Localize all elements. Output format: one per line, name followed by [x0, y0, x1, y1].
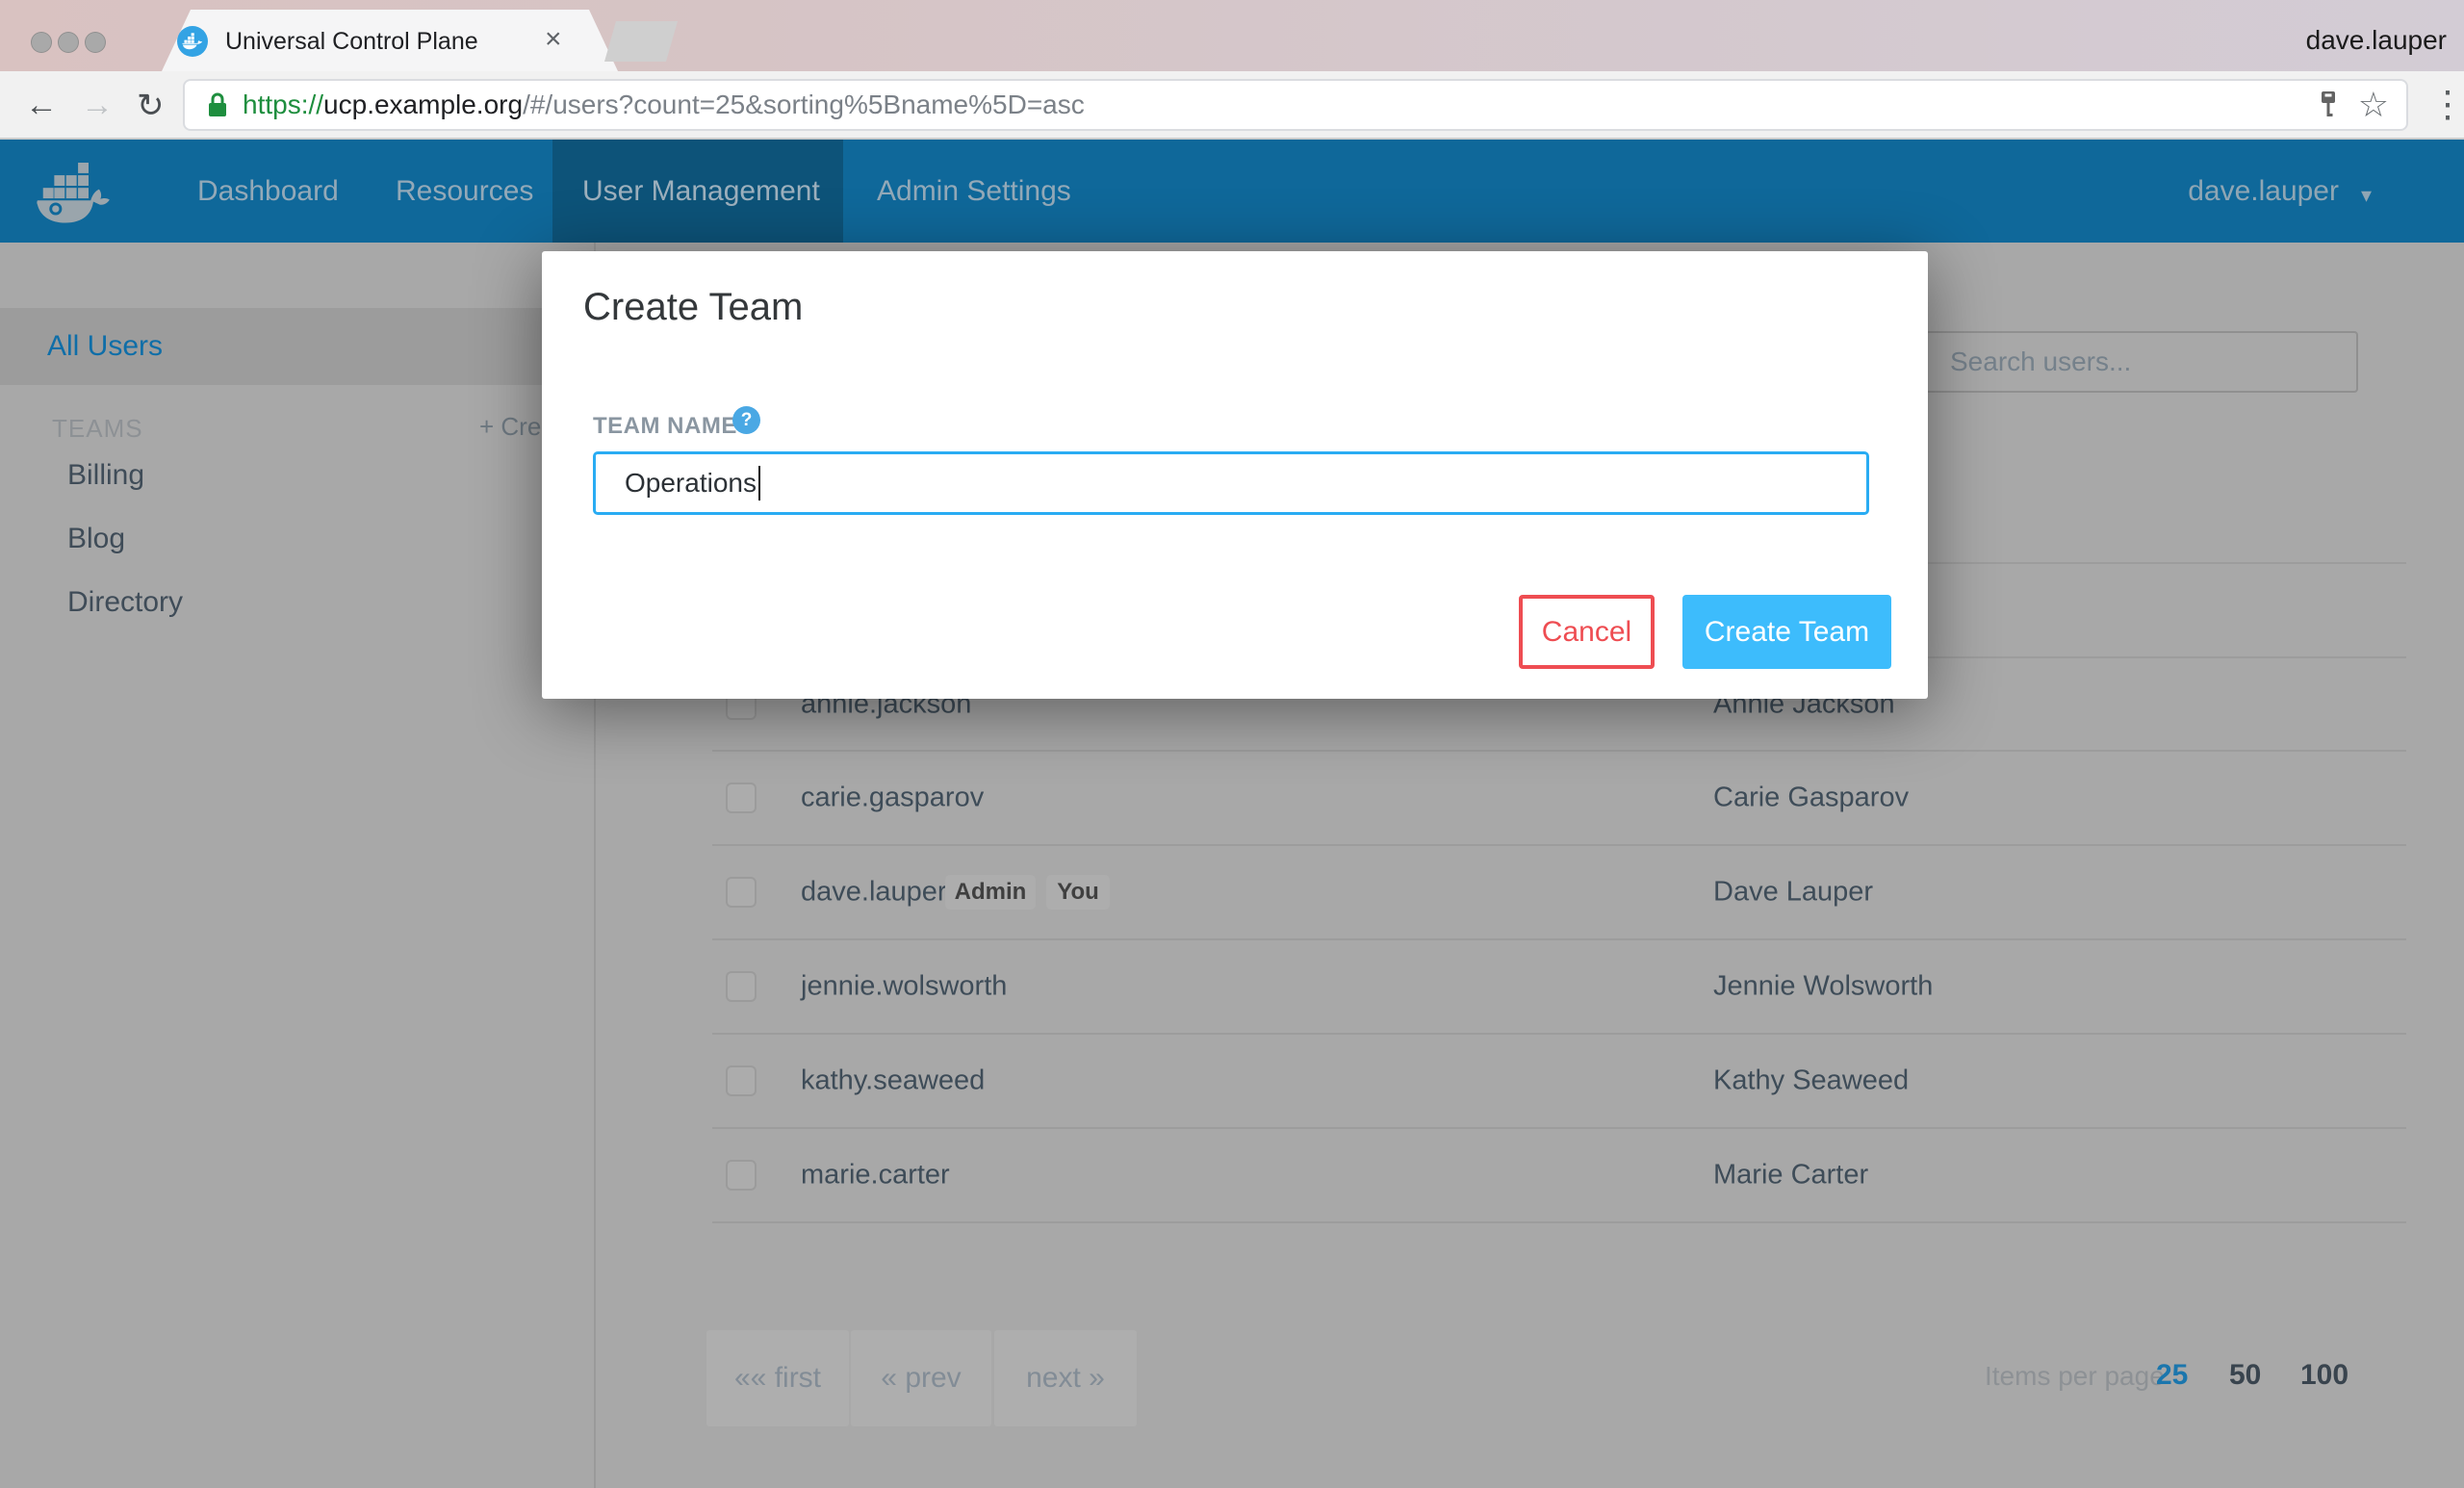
table-row-marie[interactable]: marie.carter Marie Carter — [712, 1129, 2406, 1223]
fullname-cell: Carie Gasparov — [1713, 782, 1909, 814]
sidebar-item-directory[interactable]: Directory — [67, 586, 183, 619]
pagination-next-button[interactable]: next » — [994, 1330, 1137, 1426]
screen: Universal Control Plane × dave.lauper ← … — [0, 0, 2464, 1488]
create-team-modal: Create Team TEAM NAME ? Operations Cance… — [542, 251, 1928, 699]
forward-icon[interactable]: → — [81, 87, 114, 124]
items-per-page-50[interactable]: 50 — [2229, 1359, 2261, 1392]
sidebar-all-users-label[interactable]: All Users — [47, 330, 163, 363]
password-key-icon[interactable] — [2318, 90, 2339, 119]
app-navbar — [0, 140, 2464, 243]
fullname-cell: Marie Carter — [1713, 1160, 1868, 1192]
url-path: /#/users?count=25&sorting%5Bname%5D=asc — [523, 90, 1085, 119]
cancel-button[interactable]: Cancel — [1519, 595, 1655, 669]
window-minimize-button[interactable] — [58, 32, 79, 53]
admin-badge: Admin — [945, 875, 1036, 910]
row-checkbox[interactable] — [726, 877, 757, 908]
search-input[interactable] — [1925, 331, 2358, 393]
url-host: ucp.example.org — [323, 90, 523, 119]
new-tab-button[interactable] — [604, 21, 678, 62]
sidebar-teams-header: TEAMS — [52, 414, 143, 444]
url-bar[interactable]: https://ucp.example.org/#/users?count=25… — [183, 79, 2408, 131]
items-per-page-25[interactable]: 25 — [2156, 1359, 2188, 1392]
url-scheme: https:// — [243, 90, 323, 119]
reload-icon[interactable]: ↻ — [137, 87, 165, 125]
team-name-value: Operations — [625, 468, 757, 499]
sidebar-item-blog[interactable]: Blog — [67, 523, 125, 555]
items-per-page-label: Items per page — [1985, 1361, 2165, 1392]
secure-lock-icon[interactable] — [206, 90, 229, 119]
nav-user-menu[interactable]: dave.lauper — [2188, 175, 2339, 208]
fullname-cell: Dave Lauper — [1713, 877, 1873, 909]
fullname-cell: Jennie Wolsworth — [1713, 971, 1933, 1003]
row-checkbox[interactable] — [726, 782, 757, 813]
bookmark-star-icon[interactable]: ☆ — [2358, 88, 2389, 122]
pagination-first-button[interactable]: «« first — [706, 1330, 849, 1426]
username-cell: jennie.wolsworth — [801, 971, 1007, 1003]
docker-favicon-icon — [177, 26, 208, 57]
tab-title: Universal Control Plane — [225, 28, 478, 56]
chevron-down-icon[interactable]: ▾ — [2361, 183, 2372, 208]
row-checkbox[interactable] — [726, 1065, 757, 1096]
help-icon[interactable]: ? — [732, 406, 760, 434]
create-team-button[interactable]: Create Team — [1682, 595, 1891, 669]
browser-menu-icon[interactable]: ⋮ — [2429, 83, 2464, 126]
browser-profile-name: dave.lauper — [2306, 25, 2447, 56]
team-name-label: TEAM NAME — [593, 413, 737, 440]
team-name-input[interactable]: Operations — [593, 451, 1869, 515]
window-close-button[interactable] — [31, 32, 52, 53]
username-cell: carie.gasparov — [801, 782, 984, 814]
nav-item-user-management[interactable]: User Management — [582, 175, 820, 208]
pagination-prev-button[interactable]: « prev — [851, 1330, 991, 1426]
sidebar-item-billing[interactable]: Billing — [67, 459, 144, 492]
you-badge: You — [1046, 875, 1110, 910]
nav-item-admin-settings[interactable]: Admin Settings — [877, 175, 1071, 208]
table-row-dave[interactable]: dave.lauper Admin You Dave Lauper — [712, 846, 2406, 940]
username-cell: kathy.seaweed — [801, 1065, 985, 1097]
row-checkbox[interactable] — [726, 971, 757, 1002]
nav-item-dashboard[interactable]: Dashboard — [197, 175, 339, 208]
table-row-carie[interactable]: carie.gasparov Carie Gasparov — [712, 752, 2406, 846]
window-zoom-button[interactable] — [85, 32, 106, 53]
username-cell: dave.lauper — [801, 877, 947, 909]
fullname-cell: Kathy Seaweed — [1713, 1065, 1909, 1097]
tab-close-icon[interactable]: × — [545, 25, 562, 54]
items-per-page-100[interactable]: 100 — [2300, 1359, 2348, 1392]
modal-title: Create Team — [583, 286, 803, 329]
row-checkbox[interactable] — [726, 1160, 757, 1191]
nav-item-resources[interactable]: Resources — [396, 175, 533, 208]
username-cell: marie.carter — [801, 1160, 950, 1192]
table-row-kathy[interactable]: kathy.seaweed Kathy Seaweed — [712, 1035, 2406, 1129]
docker-logo-icon — [35, 152, 112, 240]
text-cursor — [758, 466, 760, 500]
table-row-jennie[interactable]: jennie.wolsworth Jennie Wolsworth — [712, 940, 2406, 1035]
back-icon[interactable]: ← — [25, 87, 58, 124]
